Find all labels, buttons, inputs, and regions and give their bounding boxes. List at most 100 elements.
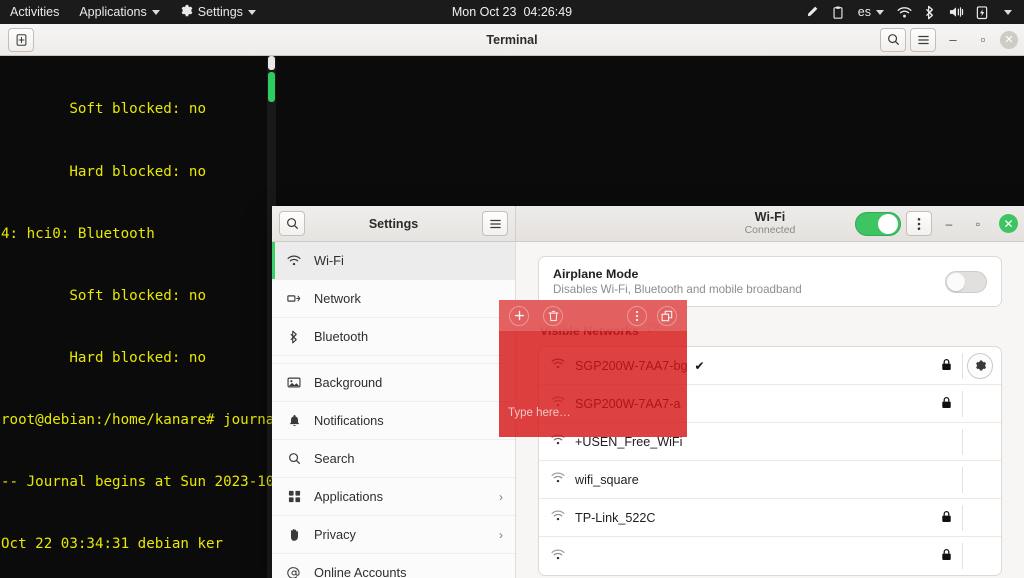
terminal-line: Soft blocked: no bbox=[1, 101, 206, 118]
scrollbar-thumb-active[interactable] bbox=[268, 72, 275, 102]
network-row[interactable]: TP-Link_522C bbox=[539, 499, 1001, 537]
network-row-partial[interactable] bbox=[539, 537, 1001, 575]
maximize-icon: ▫ bbox=[980, 32, 986, 47]
sidebar-item-label: Network bbox=[314, 291, 361, 306]
sidebar-item-label: Background bbox=[314, 375, 383, 390]
network-name: TP-Link_522C bbox=[575, 510, 656, 525]
activities-label: Activities bbox=[10, 5, 60, 19]
minimize-icon: – bbox=[949, 32, 957, 47]
terminal-line: Hard blocked: no bbox=[1, 163, 206, 180]
kebab-menu-icon[interactable] bbox=[906, 211, 932, 236]
gnome-top-bar: Activities Applications Settings Mon Oct… bbox=[0, 0, 1024, 24]
wifi-icon[interactable] bbox=[892, 0, 916, 24]
close-icon: ✕ bbox=[1004, 34, 1014, 46]
settings-menu[interactable]: Settings bbox=[170, 0, 266, 24]
sidebar-item-bluetooth[interactable]: Bluetooth bbox=[272, 318, 515, 356]
settings-menu-label: Settings bbox=[197, 5, 243, 19]
hamburger-menu-icon[interactable] bbox=[910, 27, 936, 52]
terminal-title: Terminal bbox=[486, 32, 538, 47]
sidebar-item-label: Online Accounts bbox=[314, 565, 407, 578]
settings-minimize-button[interactable]: – bbox=[937, 212, 961, 236]
sidebar-item-background[interactable]: Background bbox=[272, 364, 515, 402]
wifi-icon bbox=[286, 255, 302, 267]
sidebar-item-notifications[interactable]: Notifications bbox=[272, 402, 515, 440]
airplane-mode-subtitle: Disables Wi-Fi, Bluetooth and mobile bro… bbox=[553, 283, 802, 296]
new-tab-button[interactable] bbox=[8, 27, 34, 52]
sidebar-separator bbox=[272, 356, 515, 364]
kebab-menu-icon[interactable] bbox=[627, 305, 647, 326]
row-divider bbox=[962, 466, 963, 493]
sidebar-item-applications[interactable]: Applications › bbox=[272, 478, 515, 516]
terminal-titlebar: Terminal – ▫ ✕ bbox=[0, 24, 1024, 56]
row-divider bbox=[962, 352, 963, 379]
activities-button[interactable]: Activities bbox=[0, 0, 69, 24]
battery-icon[interactable] bbox=[970, 0, 994, 24]
lock-icon bbox=[941, 396, 958, 412]
bluetooth-icon[interactable] bbox=[918, 0, 942, 24]
sidebar-item-network[interactable]: Network bbox=[272, 280, 515, 318]
clock-date: Mon Oct 23 bbox=[451, 5, 517, 19]
network-name: wifi_square bbox=[575, 472, 639, 487]
hand-icon bbox=[286, 528, 302, 542]
chevron-right-icon: › bbox=[499, 489, 503, 504]
wifi-panel-header: Wi-Fi Connected – ▫ ✕ bbox=[516, 206, 1024, 241]
wifi-header-actions: – ▫ ✕ bbox=[855, 211, 1018, 236]
sidebar-item-label: Notifications bbox=[314, 413, 384, 428]
airplane-mode-title: Airplane Mode bbox=[553, 267, 639, 281]
airplane-mode-toggle[interactable] bbox=[945, 270, 987, 293]
lock-icon bbox=[941, 358, 958, 374]
pencil-icon[interactable] bbox=[800, 0, 824, 24]
restore-window-icon[interactable] bbox=[657, 305, 677, 326]
terminal-maximize-button[interactable]: ▫ bbox=[970, 27, 996, 53]
sidebar-item-label: Bluetooth bbox=[314, 329, 369, 344]
settings-titlebar: Settings Wi-Fi Connected – ▫ ✕ bbox=[272, 206, 1024, 242]
keyboard-layout-indicator[interactable]: es bbox=[852, 5, 890, 19]
scrollbar-thumb[interactable] bbox=[268, 56, 275, 70]
chevron-right-icon: › bbox=[499, 527, 503, 542]
sidebar-item-label: Search bbox=[314, 451, 355, 466]
network-row[interactable]: wifi_square bbox=[539, 461, 1001, 499]
bell-icon bbox=[286, 414, 302, 428]
search-icon[interactable] bbox=[279, 211, 305, 236]
sidebar-item-online-accounts[interactable]: Online Accounts bbox=[272, 554, 515, 578]
sidebar-item-label: Privacy bbox=[314, 527, 356, 542]
system-menu-chevron[interactable] bbox=[996, 0, 1020, 24]
grid-icon bbox=[286, 490, 302, 503]
red-overlay-window[interactable]: Type here… bbox=[499, 300, 687, 437]
trash-icon[interactable] bbox=[543, 305, 563, 326]
maximize-icon: ▫ bbox=[975, 216, 981, 231]
applications-label: Applications bbox=[79, 5, 147, 19]
plus-icon[interactable] bbox=[509, 305, 529, 326]
terminal-titlebar-left bbox=[8, 27, 34, 52]
gear-icon[interactable] bbox=[967, 352, 993, 379]
hamburger-menu-icon[interactable] bbox=[482, 211, 508, 236]
image-icon bbox=[286, 376, 302, 389]
applications-menu[interactable]: Applications bbox=[69, 0, 169, 24]
settings-maximize-button[interactable]: ▫ bbox=[966, 212, 990, 236]
toggle-knob bbox=[878, 213, 898, 234]
wifi-enable-toggle[interactable] bbox=[855, 211, 901, 236]
row-divider bbox=[962, 428, 963, 455]
sidebar-item-privacy[interactable]: Privacy › bbox=[272, 516, 515, 554]
search-icon bbox=[286, 452, 302, 465]
connected-check-icon: ✔ bbox=[694, 358, 705, 373]
red-overlay-window-controls bbox=[627, 305, 677, 326]
terminal-close-button[interactable]: ✕ bbox=[1000, 30, 1018, 49]
sidebar-item-search[interactable]: Search bbox=[272, 440, 515, 478]
airplane-mode-text: Airplane Mode Disables Wi-Fi, Bluetooth … bbox=[553, 267, 802, 296]
wifi-icon bbox=[551, 472, 569, 487]
terminal-minimize-button[interactable]: – bbox=[940, 27, 966, 53]
terminal-scrollbar[interactable] bbox=[267, 56, 276, 578]
clipboard-icon[interactable] bbox=[826, 0, 850, 24]
sidebar-item-wi-fi[interactable]: Wi-Fi bbox=[272, 242, 515, 280]
row-divider bbox=[962, 504, 963, 531]
row-divider bbox=[962, 543, 963, 569]
red-overlay-body[interactable]: Type here… bbox=[499, 331, 687, 437]
chevron-down-icon bbox=[1004, 9, 1012, 15]
settings-close-button[interactable]: ✕ bbox=[999, 214, 1018, 233]
search-icon[interactable] bbox=[880, 27, 906, 52]
top-bar-status-area: es bbox=[800, 0, 1020, 24]
sidebar-item-label: Applications bbox=[314, 489, 384, 504]
close-icon: ✕ bbox=[1003, 216, 1014, 231]
volume-icon[interactable] bbox=[944, 0, 968, 24]
